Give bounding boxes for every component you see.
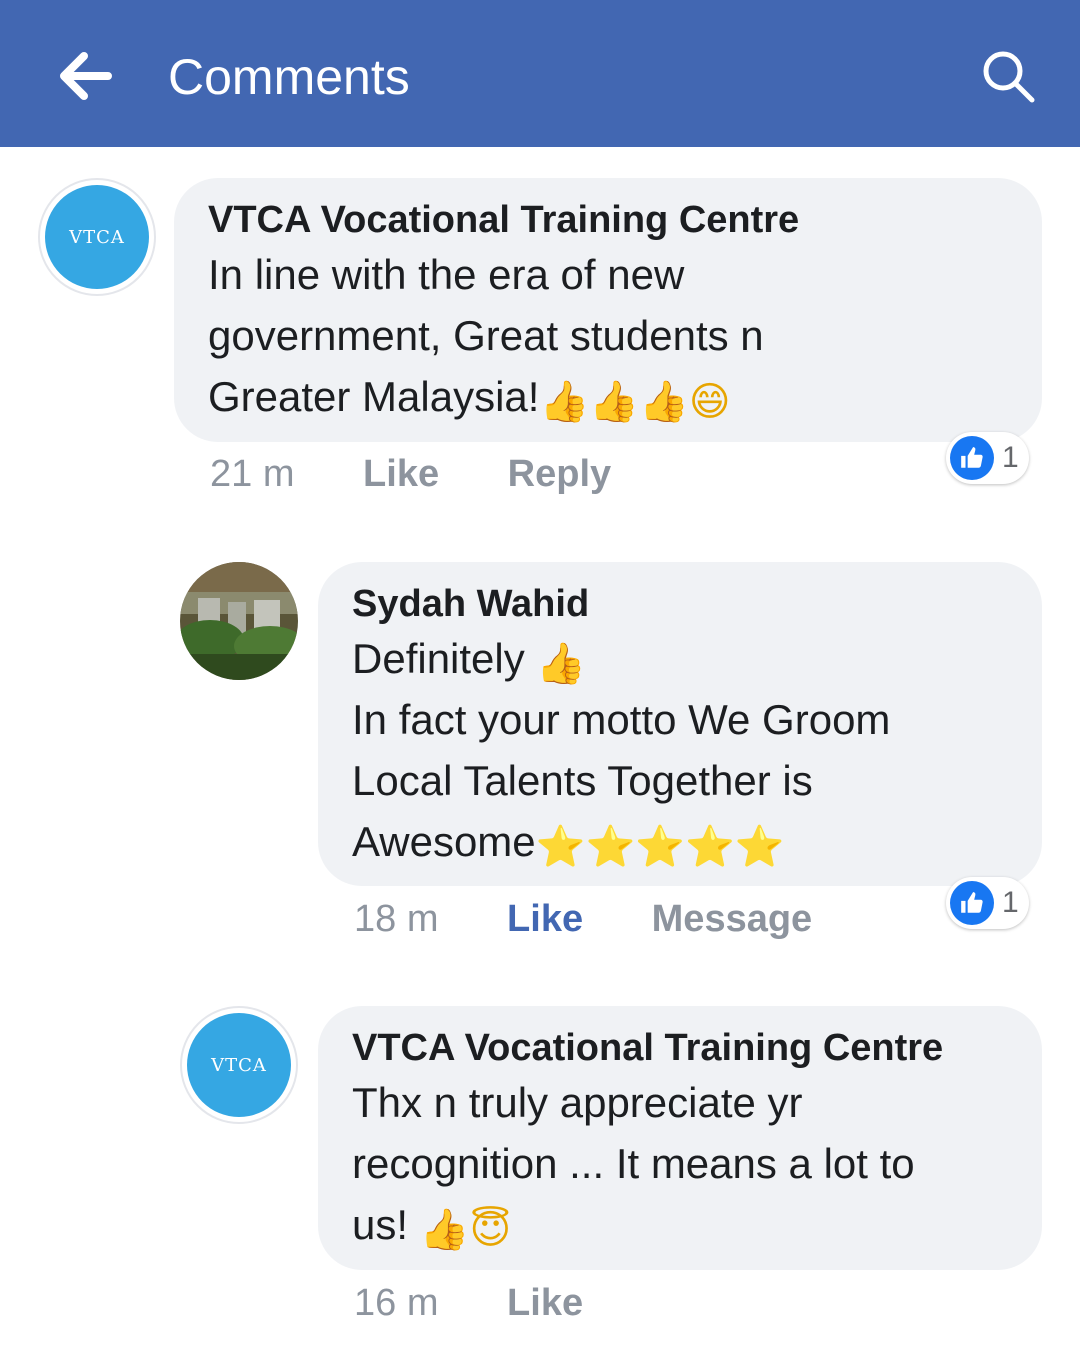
vtca-logo: VTCA [187, 1013, 291, 1117]
thumbs-up-emoji: 👍 [536, 641, 587, 687]
comment-time: 21 m [210, 453, 295, 495]
star-emoji: ⭐ [635, 824, 686, 870]
comment-line: In fact your motto We Groom [352, 696, 891, 743]
thumbs-up-emoji: 👍 [539, 379, 590, 425]
comment-bubble[interactable]: Sydah Wahid Definitely 👍 In fact your mo… [318, 562, 1042, 886]
app-header: Comments [0, 0, 1080, 147]
comment-line: recognition ... It means a lot to [352, 1140, 915, 1187]
star-emoji: ⭐ [734, 824, 785, 870]
comment-line-with-emoji: Awesome⭐⭐⭐⭐⭐ [352, 811, 1008, 872]
reaction-number: 1 [1002, 441, 1019, 474]
comment-author[interactable]: VTCA Vocational Training Centre [208, 196, 1008, 244]
avatar[interactable]: VTCA [180, 1006, 298, 1124]
reaction-count[interactable]: 1 [946, 432, 1029, 484]
smiling-face-with-halo-emoji: 😇 [469, 1207, 512, 1253]
thumbs-up-emoji: 👍 [589, 379, 640, 425]
thumbs-up-emoji: 👍 [639, 379, 689, 425]
comment-meta: 18 m Like Message [354, 895, 812, 943]
comment-line: Definitely [352, 635, 525, 682]
comment-author[interactable]: VTCA Vocational Training Centre [352, 1024, 1008, 1072]
photo-avatar-image [180, 562, 298, 680]
comment-meta: 21 m Like Reply [210, 450, 611, 498]
like-button[interactable]: Like [507, 1282, 583, 1324]
comment-bubble[interactable]: VTCA Vocational Training Centre In line … [174, 178, 1042, 442]
comment-line: government, Great students n [208, 312, 764, 359]
reaction-count[interactable]: 1 [946, 877, 1029, 929]
comment-line: Greater Malaysia! [208, 373, 540, 420]
like-reaction-icon [950, 436, 994, 480]
comment-author[interactable]: Sydah Wahid [352, 580, 1008, 628]
comment-line-with-emoji: Definitely 👍 [352, 628, 1008, 689]
grinning-face-emoji: 😄 [688, 379, 731, 425]
vtca-logo: VTCA [45, 185, 149, 289]
avatar[interactable] [180, 562, 298, 680]
star-emoji: ⭐ [585, 824, 636, 870]
star-emoji: ⭐ [535, 824, 586, 870]
comment-time: 16 m [354, 1282, 439, 1324]
arrow-left-icon[interactable] [52, 44, 116, 108]
comment-line: us! [352, 1201, 409, 1248]
message-button[interactable]: Message [652, 898, 813, 940]
comment-meta: 16 m Like [354, 1279, 583, 1327]
comment-text: Definitely 👍 In fact your motto We Groom… [352, 628, 1008, 872]
comment-time: 18 m [354, 898, 439, 940]
comment-text: Thx n truly appreciate yr recognition ..… [352, 1072, 1008, 1255]
comment-line: Thx n truly appreciate yr [352, 1079, 803, 1126]
comment-line: Awesome [352, 818, 536, 865]
thumbs-up-emoji: 👍 [419, 1207, 470, 1253]
comment-text: In line with the era of new government, … [208, 244, 1008, 427]
comment-line: Local Talents Together is [352, 757, 813, 804]
comment-line: In line with the era of new [208, 251, 685, 298]
like-button[interactable]: Like [507, 898, 583, 940]
star-emoji: ⭐ [685, 824, 735, 870]
avatar[interactable]: VTCA [38, 178, 156, 296]
page-title: Comments [168, 49, 410, 105]
like-button[interactable]: Like [363, 453, 439, 495]
search-icon[interactable] [978, 46, 1038, 106]
reply-button[interactable]: Reply [508, 453, 611, 495]
comment-line-with-emoji: Greater Malaysia!👍👍👍😄 [208, 366, 1008, 427]
like-reaction-icon [950, 881, 994, 925]
comment-bubble[interactable]: VTCA Vocational Training Centre Thx n tr… [318, 1006, 1042, 1270]
comment-line-with-emoji: us! 👍😇 [352, 1194, 1008, 1255]
reaction-number: 1 [1002, 886, 1019, 919]
